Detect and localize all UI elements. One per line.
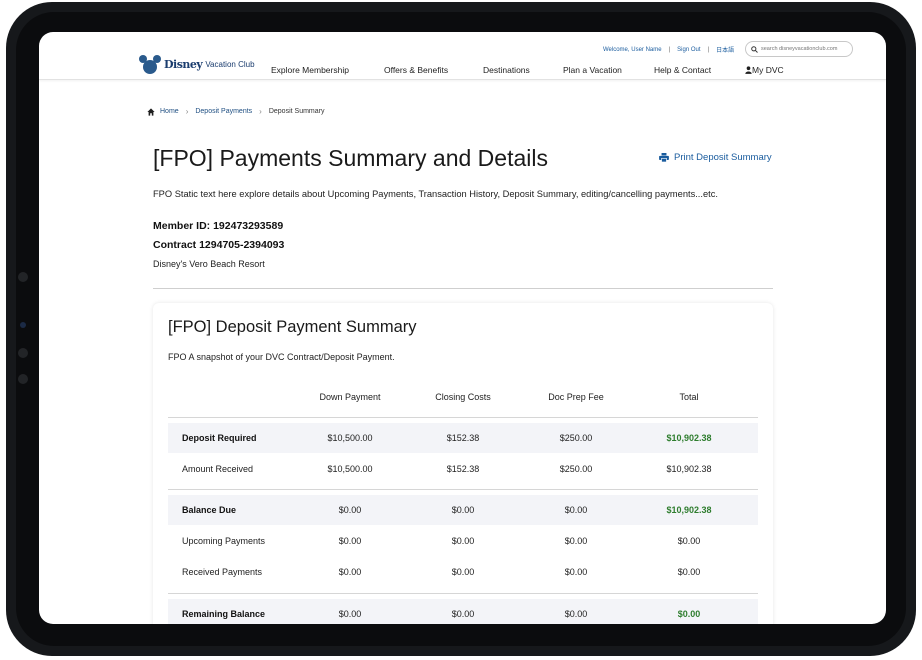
sensor-dot — [20, 322, 26, 328]
cell: $0.00 — [451, 536, 475, 546]
cell: $10,500.00 — [327, 433, 373, 443]
table-row: Deposit Required $10,500.00 $152.38 $250… — [168, 423, 758, 453]
breadcrumb-current: Deposit Summary — [268, 108, 325, 115]
breadcrumb: Home › Deposit Payments › Deposit Summar… — [147, 107, 324, 116]
summary-subtitle: FPO A snapshot of your DVC Contract/Depo… — [168, 352, 395, 362]
utility-links: Welcome, User Name | Sign Out | 日本語 — [603, 45, 734, 55]
print-deposit-summary-button[interactable]: Print Deposit Summary — [659, 152, 772, 163]
row-label: Balance Due — [182, 505, 237, 515]
cell: $0.00 — [338, 609, 362, 619]
divider: | — [707, 46, 710, 53]
breadcrumb-home[interactable]: Home — [160, 108, 179, 115]
printer-icon — [659, 153, 669, 162]
table-divider — [168, 417, 758, 418]
chevron-right-icon: › — [259, 107, 262, 116]
cell-total: $0.00 — [677, 536, 701, 546]
welcome-link[interactable]: Welcome, User Name — [603, 47, 662, 53]
mickey-logo-icon — [137, 52, 161, 76]
cell: $152.38 — [446, 433, 480, 443]
table-row: Balance Due $0.00 $0.00 $0.00 $10,902.38 — [168, 495, 758, 525]
dvc-logo[interactable]: Disney Vacation Club — [137, 52, 255, 76]
cell: $0.00 — [338, 567, 362, 577]
search-box — [745, 41, 853, 57]
browser-viewport: Disney Vacation Club Welcome, User Name … — [39, 32, 886, 624]
cell: $10,500.00 — [327, 464, 373, 474]
sensor-dot — [18, 374, 28, 384]
table-row: Remaining Balance $0.00 $0.00 $0.00 $0.0… — [168, 599, 758, 624]
sign-out-link[interactable]: Sign Out — [677, 47, 700, 53]
table-row: Upcoming Payments $0.00 $0.00 $0.00 $0.0… — [168, 526, 758, 556]
logo-brand: Disney — [164, 57, 203, 71]
row-label: Amount Received — [182, 464, 254, 474]
deposit-summary-card: [FPO] Deposit Payment Summary FPO A snap… — [153, 303, 773, 624]
nav-destinations[interactable]: Destinations — [483, 65, 530, 75]
col-doc-prep-fee: Doc Prep Fee — [548, 392, 604, 402]
cell-total: $10,902.38 — [666, 464, 712, 474]
cell: $0.00 — [451, 505, 475, 515]
cell-total: $0.00 — [677, 567, 701, 577]
table-row: Amount Received $10,500.00 $152.38 $250.… — [168, 454, 758, 484]
contract-number: Contract 1294705-2394093 — [153, 239, 285, 251]
cell: $250.00 — [559, 464, 593, 474]
logo-subtitle: Vacation Club — [205, 59, 255, 69]
col-closing-costs: Closing Costs — [435, 392, 491, 402]
cell-total: $0.00 — [677, 609, 701, 619]
row-label: Upcoming Payments — [182, 536, 266, 546]
print-label: Print Deposit Summary — [674, 152, 772, 163]
cell: $0.00 — [451, 609, 475, 619]
nav-my-dvc-label: My DVC — [752, 65, 784, 75]
col-down-payment: Down Payment — [319, 392, 381, 402]
nav-my-dvc[interactable]: My DVC — [745, 65, 784, 75]
cell: $0.00 — [564, 609, 588, 619]
home-icon[interactable] — [147, 107, 155, 116]
cell-total: $10,902.38 — [666, 433, 712, 443]
cell: $250.00 — [559, 433, 593, 443]
table-divider — [168, 593, 758, 594]
summary-title: [FPO] Deposit Payment Summary — [168, 318, 417, 336]
member-id: Member ID: 192473293589 — [153, 220, 284, 232]
col-total: Total — [679, 392, 699, 402]
language-link[interactable]: 日本語 — [716, 45, 734, 54]
cell-total: $10,902.38 — [666, 505, 712, 515]
sensor-dot — [18, 272, 28, 282]
nav-plan-vacation[interactable]: Plan a Vacation — [563, 65, 622, 75]
cell: $0.00 — [338, 505, 362, 515]
nav-offers-benefits[interactable]: Offers & Benefits — [384, 65, 448, 75]
intro-text: FPO Static text here explore details abo… — [153, 189, 718, 199]
row-label: Deposit Required — [182, 433, 257, 443]
search-icon[interactable] — [751, 45, 758, 53]
section-divider — [153, 288, 773, 289]
row-label: Received Payments — [182, 567, 263, 577]
resort-name: Disney's Vero Beach Resort — [153, 259, 265, 269]
sensor-dot — [18, 348, 28, 358]
divider: | — [668, 46, 671, 53]
cell: $0.00 — [564, 505, 588, 515]
table-row: Received Payments $0.00 $0.00 $0.00 $0.0… — [168, 557, 758, 587]
cell: $0.00 — [564, 536, 588, 546]
nav-help-contact[interactable]: Help & Contact — [654, 65, 711, 75]
nav-explore-membership[interactable]: Explore Membership — [271, 65, 349, 75]
cell: $0.00 — [564, 567, 588, 577]
cell: $152.38 — [446, 464, 480, 474]
breadcrumb-deposit-payments[interactable]: Deposit Payments — [195, 108, 252, 115]
user-icon — [745, 66, 752, 74]
search-input[interactable] — [761, 46, 849, 52]
cell: $0.00 — [338, 536, 362, 546]
chevron-right-icon: › — [185, 107, 189, 116]
table-divider — [168, 489, 758, 490]
cell: $0.00 — [451, 567, 475, 577]
page-title: [FPO] Payments Summary and Details — [153, 145, 548, 171]
row-label: Remaining Balance — [182, 609, 266, 619]
site-header: Disney Vacation Club Welcome, User Name … — [39, 32, 886, 80]
